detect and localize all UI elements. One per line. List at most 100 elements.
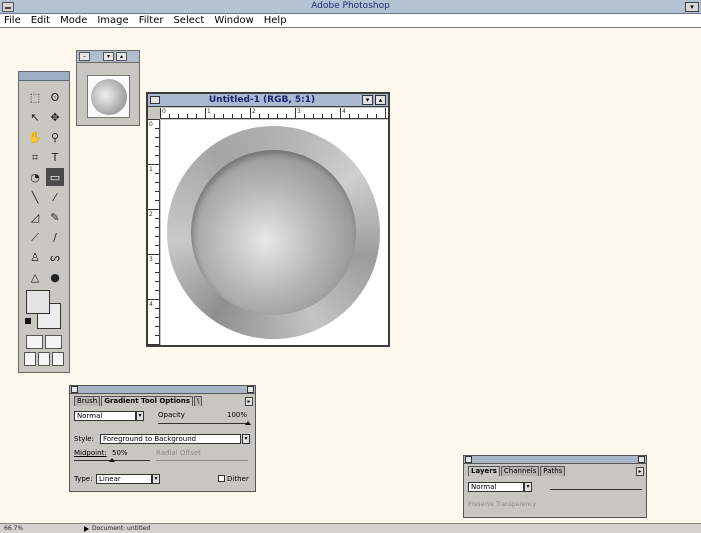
type-dropdown-icon[interactable]: ▾ [152,474,160,484]
tab-channels[interactable]: Channels [500,466,540,476]
screen-mode-full-menu-button[interactable] [38,352,50,366]
blur-tool-icon[interactable]: △ [26,268,44,286]
thumbnail-maximize-button[interactable]: ▴ [116,52,127,61]
ruler-h-label: 1 [207,108,211,115]
layers-title-bar[interactable] [464,456,646,464]
menu-mode[interactable]: Mode [60,15,87,26]
ruler-tick [178,114,179,118]
document-title: Untitled-1 (RGB, 5:1) [208,95,316,105]
tab-gradient-tool-options[interactable]: Gradient Tool Options [101,396,194,406]
opacity-slider-track[interactable] [158,423,248,424]
menu-filter[interactable]: Filter [139,15,164,26]
menu-file[interactable]: File [4,15,21,26]
palette-close-button[interactable] [71,386,78,393]
blend-mode-select[interactable]: Normal [74,411,136,421]
foreground-color-swatch[interactable] [26,290,50,314]
layers-opacity-track[interactable] [550,489,642,490]
ruler-tick [331,114,332,118]
layers-blend-mode-select[interactable]: Normal [468,482,524,492]
app-title: Adobe Photoshop [311,1,390,11]
blend-mode-dropdown-icon[interactable]: ▾ [136,411,144,421]
midpoint-label: Midpoint: [74,449,107,457]
screen-mode-full-button[interactable] [52,352,64,366]
tab-paths[interactable]: Paths [540,466,566,476]
layers-tabs: Layers Channels Paths [468,466,566,476]
palette-tabs: Brush Gradient Tool Options \ [74,396,203,406]
move-tool-icon[interactable]: ✥ [46,108,64,126]
default-colors-icon[interactable] [25,318,31,324]
document-system-icon[interactable] [150,96,160,104]
ruler-tick [155,128,159,129]
ruler-v-label: 0 [149,121,153,128]
ruler-tick [155,245,159,246]
tab-brushes[interactable]: Brush [74,396,101,406]
smudge-tool-icon[interactable]: ᔕ [46,248,64,266]
menu-image[interactable]: Image [97,15,128,26]
layers-collapse-button[interactable] [638,456,645,463]
layers-close-button[interactable] [465,456,472,463]
stamp-tool-icon[interactable]: ♙ [26,248,44,266]
zoom-tool-icon[interactable]: ⚲ [46,128,64,146]
radial-offset-label: Radial Offset [156,449,201,457]
plate-center-image [191,150,356,315]
document-title-bar[interactable]: Untitled-1 (RGB, 5:1) ▾ ▴ [148,94,388,107]
ruler-tick [155,137,159,138]
line-tool-icon[interactable]: ╲ [26,188,44,206]
layers-menu-arrow-icon[interactable]: ▸ [636,467,644,476]
ruler-tick [155,335,159,336]
screen-mode-standard-button[interactable] [24,352,36,366]
document-canvas[interactable] [161,120,388,345]
menu-window[interactable]: Window [214,15,253,26]
airbrush-tool-icon[interactable]: ⟋ [26,228,44,246]
pencil-tool-icon[interactable]: ✎ [46,208,64,226]
color-swatches [25,290,62,332]
document-maximize-button[interactable]: ▴ [375,95,386,105]
eyedropper-tool-icon[interactable]: ⁄ [46,188,64,206]
palette-menu-arrow-icon[interactable]: ▸ [245,397,253,406]
document-minimize-button[interactable]: ▾ [362,95,373,105]
minimize-button[interactable]: ▾ [685,2,699,12]
style-select[interactable]: Foreground to Background [100,434,241,444]
dodge-tool-icon[interactable]: ● [46,268,64,286]
lasso-tool-icon[interactable]: ʘ [46,88,64,106]
toolbox-title-bar[interactable] [19,72,69,81]
mode-buttons [24,335,64,369]
brush-tool-icon[interactable]: ∕ [46,228,64,246]
opacity-slider-thumb[interactable] [245,421,251,425]
ruler-tick [148,299,159,300]
ruler-tick [155,191,159,192]
gradient-tool-options-palette: Brush Gradient Tool Options \ ▸ Normal ▾… [69,385,256,492]
type-select[interactable]: Linear [96,474,152,484]
tab-layers[interactable]: Layers [468,466,500,476]
tab-extra[interactable]: \ [194,396,203,406]
gradient-tool-icon[interactable]: ▭ [46,168,64,186]
midpoint-slider-thumb[interactable] [109,458,115,462]
crop-tool-icon[interactable]: ⌗ [26,148,44,166]
document-window: Untitled-1 (RGB, 5:1) ▾ ▴ 0 1 2 3 4 0 1 … [146,92,390,347]
dither-checkbox[interactable] [218,475,225,482]
style-dropdown-icon[interactable]: ▾ [242,434,250,444]
thumbnail-minimize-button[interactable]: ▾ [103,52,114,61]
menu-select[interactable]: Select [173,15,204,26]
thumbnail-title-bar[interactable]: – ▾ ▴ [77,51,139,63]
menu-edit[interactable]: Edit [31,15,50,26]
status-arrow-icon[interactable] [84,526,89,532]
palette-title-bar[interactable] [70,386,255,394]
status-message: Document: untitled [92,525,151,532]
crop-arrow-tool-icon[interactable]: ↖ [26,108,44,126]
paint-bucket-tool-icon[interactable]: ◔ [26,168,44,186]
thumbnail-system-button[interactable]: – [79,52,90,61]
eraser-tool-icon[interactable]: ◿ [26,208,44,226]
preserve-transparency-label: Preserve Transparency [468,501,536,508]
thumbnail-window: – ▾ ▴ [76,50,140,126]
menu-help[interactable]: Help [264,15,287,26]
ruler-tick [349,114,350,118]
palette-collapse-button[interactable] [247,386,254,393]
hand-tool-icon[interactable]: ✋ [26,128,44,146]
standard-mode-button[interactable] [26,335,43,349]
status-bar: 66.7% Document: untitled [0,523,701,533]
layers-blend-mode-dropdown-icon[interactable]: ▾ [524,482,532,492]
marquee-tool-icon[interactable]: ⬚ [26,88,44,106]
type-tool-icon[interactable]: T [46,148,64,166]
quick-mask-button[interactable] [45,335,62,349]
